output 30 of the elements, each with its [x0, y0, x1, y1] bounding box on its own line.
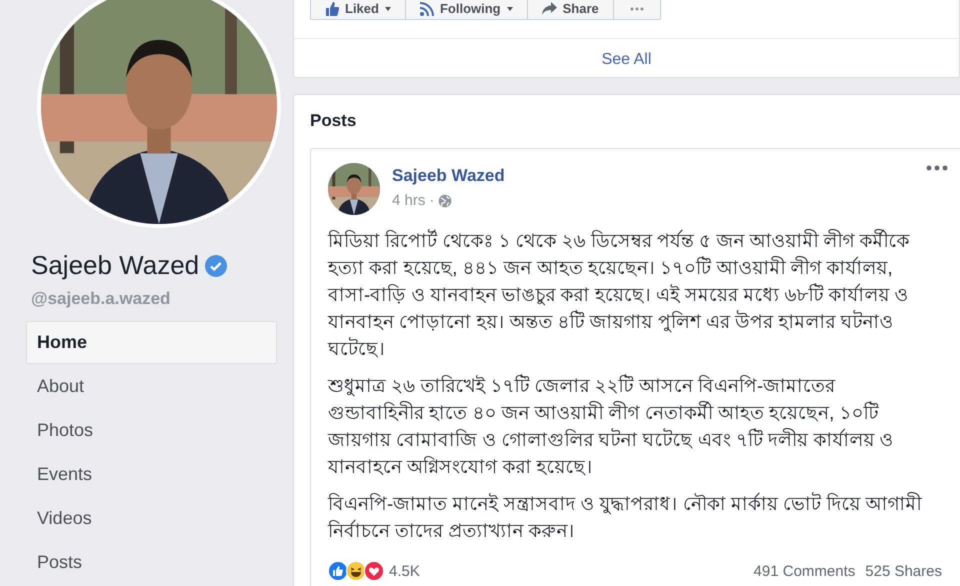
laughing-face-icon	[346, 561, 366, 581]
reaction-count[interactable]: 4.5K	[389, 562, 420, 580]
page-handle: @sajeeb.a.wazed	[31, 289, 170, 309]
nav-item[interactable]: Photos	[26, 409, 277, 452]
section-heading: Posts	[310, 111, 356, 131]
post-paragraph: বিএনপি-জামাত মানেই সন্ত্রাসবাদ ও যুদ্ধাপরাধ। নৌকা মার্কায় ভোট দিয়ে আগামী নির্বাচনে তাদের প্রত্যাখ্যান করুন।	[328, 491, 923, 543]
share-button[interactable]: Share	[528, 0, 614, 19]
more-icon	[630, 6, 644, 10]
separator-dot: ·	[429, 192, 434, 209]
shares-link[interactable]: 525 Shares	[865, 562, 942, 580]
nav-item[interactable]: Home	[26, 321, 277, 364]
thumbs-up-icon	[325, 2, 339, 16]
like-reaction-icon	[328, 561, 348, 581]
following-button[interactable]: Following	[406, 0, 528, 19]
globe-icon	[438, 194, 452, 208]
comments-link[interactable]: 491 Comments	[754, 562, 856, 580]
nav-item[interactable]: About	[26, 365, 277, 408]
see-all-link[interactable]: See All	[602, 51, 652, 69]
post-paragraph: শুধুমাত্র ২৬ তারিখেই ১৭টি জেলার ২২টি আসনে বিএনপি-জামাতের গুন্ডাবাহিনীর হাতে ৪০ জন আওয়ামী লীগ নেতাকর্মী আহত হয়েছেন, ১০টি জায়গায় বোমাবাজি ও গোলাগুলির ঘটনা ঘটেছে এবং ৭টি দলীয় কার্যালয় ও যানবাহনে অগ্নিসংযোগ করা হয়েছে।	[328, 373, 894, 479]
share-arrow-icon	[542, 2, 557, 15]
heart-reaction-icon	[364, 561, 384, 581]
post-author-link[interactable]: Sajeeb Wazed	[392, 166, 505, 186]
liked-button[interactable]: Liked	[311, 0, 406, 19]
nav-item[interactable]: Events	[26, 453, 277, 496]
post-paragraph: মিডিয়া রিপোর্ট থেকেঃ ১ থেকে ২৬ ডিসেম্বর পর্যন্ত ৫ জন আওয়ামী লীগ কর্মীকে হত্যা করা হয়েছে, ৪৪১ জন আহত হয়েছেন। ১৭০টি আওয়ামী লীগ কার্যালয়, বাসা-বাড়ি ও যানবাহন ভাঙচুর করা হয়েছে। এই সময়ের মধ্যে ৬৮টি কার্যালয় ও যানবাহন পোড়ানো হয়। অন্তত ৪টি জায়গায় পুলিশ এর উপর হামলার ঘটনাও ঘটেছে।	[328, 228, 911, 361]
rss-icon	[420, 2, 434, 16]
nav-item[interactable]: Videos	[26, 497, 277, 540]
page-name: Sajeeb Wazed	[31, 250, 200, 281]
nav-item[interactable]: Posts	[26, 541, 277, 584]
more-options-icon[interactable]	[926, 165, 948, 171]
